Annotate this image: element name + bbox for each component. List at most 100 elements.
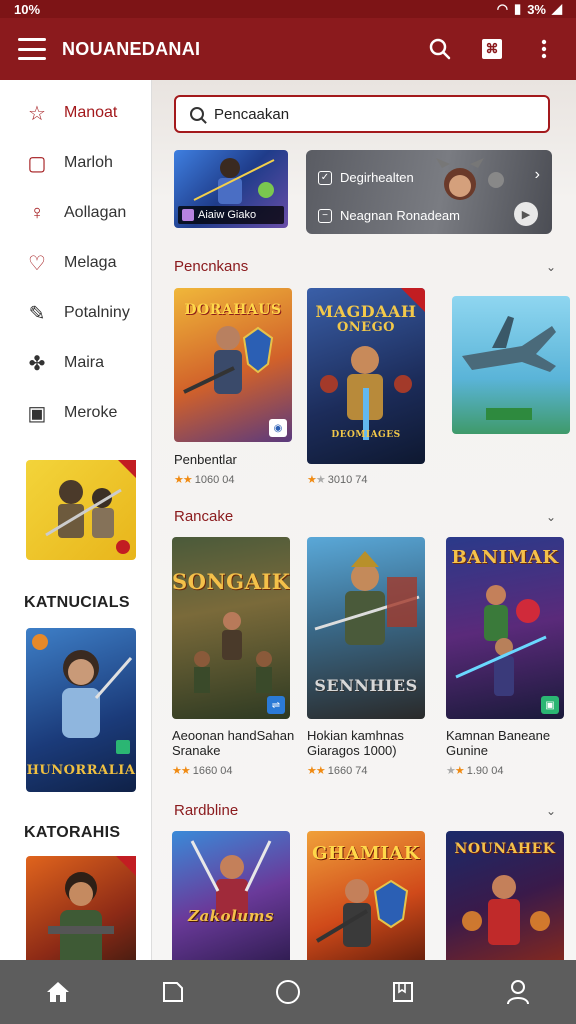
sidebar-item-meroke[interactable]: ▣ Meroke (0, 388, 151, 438)
game-art (462, 875, 550, 945)
heart-icon: ♡ (28, 252, 46, 275)
battery-icon: ◢ (552, 1, 562, 16)
platform-badge-icon: ▣ (541, 696, 559, 714)
rating-value: 3010 74 (327, 473, 368, 486)
sidebar-item-label: Melaga (64, 254, 117, 271)
sidebar-item-label: Aollagan (64, 204, 127, 221)
sidebar-card-art-text: HUNORRALIA (26, 763, 136, 778)
warrior-head-art (436, 158, 504, 200)
sidebar-item-label: Potalniny (64, 304, 130, 321)
game-card[interactable]: SENNHIES (307, 537, 425, 719)
wifi-icon: ◠ (496, 1, 509, 16)
game-card-rating: ★★ 1.90 04 (446, 764, 504, 778)
promo-card-large[interactable]: ✓ Degirhealten − Neagnan Ronadeam › ▶ (306, 150, 552, 234)
menu-icon[interactable] (18, 38, 46, 60)
chevron-right-icon[interactable]: › (535, 166, 540, 184)
game-card-rating: ★★ 1660 04 (172, 764, 233, 778)
more-icon[interactable] (530, 35, 558, 63)
app-title: NOUANEDANAI (62, 38, 201, 59)
inbox-icon: ▣ (27, 402, 47, 425)
game-card[interactable]: Zakolums (172, 831, 290, 960)
sidebar-item-marloh[interactable]: ▢ Marloh (0, 138, 151, 188)
profile-icon[interactable] (498, 972, 538, 1012)
bottom-nav (0, 960, 576, 1024)
promo-row-1-label: Degirhealten (340, 170, 414, 185)
app-logo-icon (182, 209, 194, 221)
chevron-down-icon[interactable]: ⌄ (546, 510, 556, 524)
promo-caption: Aiaiw Giako (178, 206, 284, 224)
sidebar-item-label: Manoat (64, 104, 118, 121)
play-icon[interactable]: ▶ (514, 202, 538, 226)
star-rating-icon: ★★ (307, 765, 326, 777)
sidebar-feature-card-3[interactable] (26, 856, 136, 960)
game-card[interactable]: NOUNAHEK (446, 831, 564, 960)
game-card-title: Hokian kamhnas Giaragos 1000) (307, 728, 404, 758)
sidebar-item-label: Maira (64, 354, 105, 371)
home-icon[interactable] (38, 972, 78, 1012)
sidebar-item-label: Marloh (64, 154, 113, 171)
rating-value: 1.90 04 (466, 764, 504, 777)
app-bar: NOUANEDANAI ⌘ (0, 18, 576, 80)
promo-row-2[interactable]: − Neagnan Ronadeam (318, 208, 460, 223)
star-rating-icon: ★★ (172, 765, 191, 777)
promo-row-1[interactable]: ✓ Degirhealten (318, 170, 414, 185)
search-icon[interactable] (426, 35, 454, 63)
main-content: Aiaiw Giako ✓ Degirhealten − Neagnan Ron… (152, 80, 576, 960)
signal-icon: ▮ (514, 1, 522, 16)
sidebar-feature-card-2[interactable]: HUNORRALIA (26, 628, 136, 792)
ribbon-badge (401, 288, 425, 312)
bookmark-icon[interactable]: ⌘ (478, 35, 506, 63)
sidebar-item-label: Meroke (64, 404, 118, 421)
game-card-art-footer: DEOMIAGES (331, 430, 401, 440)
search-icon (190, 107, 204, 121)
check-icon: ✓ (318, 170, 332, 185)
sidebar-item-aollagan[interactable]: ♀ Aollagan (0, 188, 151, 238)
tag-icon: ✎ (28, 302, 46, 325)
person-icon: ♀ (29, 201, 45, 224)
circle-nav-icon[interactable] (268, 972, 308, 1012)
game-card[interactable]: BANIMAK ▣ (446, 537, 564, 719)
square-nav-icon[interactable] (153, 972, 193, 1012)
game-card[interactable] (452, 296, 570, 434)
game-card-rating: ★★ 1060 04 (174, 473, 235, 487)
star-icon: ☆ (28, 102, 46, 125)
game-art (455, 585, 547, 696)
check-icon: − (318, 208, 332, 223)
game-card-rating: ★★ 1660 74 (307, 764, 368, 778)
game-card[interactable]: MAGDAAH ONEGO DEOMIAGES (307, 288, 425, 464)
game-card-title: Penbentlar (174, 452, 237, 467)
jet-art (462, 316, 556, 420)
game-card-art-title: Zakolums (188, 907, 274, 925)
sidebar-feature-card-1[interactable] (26, 460, 136, 560)
rating-value: 1660 74 (327, 764, 368, 777)
chevron-down-icon[interactable]: ⌄ (546, 804, 556, 818)
game-card-rating: ★★ 3010 74 (307, 473, 368, 487)
game-card[interactable]: DORAHAUS ◉ (174, 288, 292, 442)
section-title-3: Rardbline (174, 802, 239, 819)
rating-value: 1660 04 (192, 764, 233, 777)
status-time: 10% (14, 1, 41, 17)
sidebar-item-manoat[interactable]: ☆ Manoat (0, 88, 151, 138)
star-rating-icon: ★★ (446, 765, 465, 777)
search-bar[interactable] (174, 95, 550, 133)
platform-badge-icon: ⇌ (267, 696, 285, 714)
status-bar: 10% ◠ ▮ 3% ◢ (0, 0, 576, 18)
promo-row-2-label: Neagnan Ronadeam (340, 208, 460, 223)
promo-caption-text: Aiaiw Giako (198, 209, 257, 221)
game-art (315, 879, 409, 947)
sidebar: ☆ Manoat ▢ Marloh ♀ Aollagan ♡ Melaga ✎ … (0, 80, 152, 960)
sidebar-item-potalniny[interactable]: ✎ Potalniny (0, 288, 151, 338)
star-rating-icon: ★★ (307, 474, 326, 486)
sidebar-item-melaga[interactable]: ♡ Melaga (0, 238, 151, 288)
search-input[interactable] (214, 105, 514, 123)
game-card[interactable]: SONGAIK ⇌ (172, 537, 290, 719)
battery-text: 3% (527, 1, 546, 17)
promo-card-small[interactable]: Aiaiw Giako (174, 150, 288, 228)
rating-value: 1060 04 (194, 473, 235, 486)
sidebar-item-maira[interactable]: ✤ Maira (0, 338, 151, 388)
square-icon: ▢ (27, 152, 47, 175)
chevron-down-icon[interactable]: ⌄ (546, 260, 556, 274)
game-card[interactable]: GHAMIAK (307, 831, 425, 960)
star-rating-icon: ★★ (174, 474, 193, 486)
library-icon[interactable] (383, 972, 423, 1012)
